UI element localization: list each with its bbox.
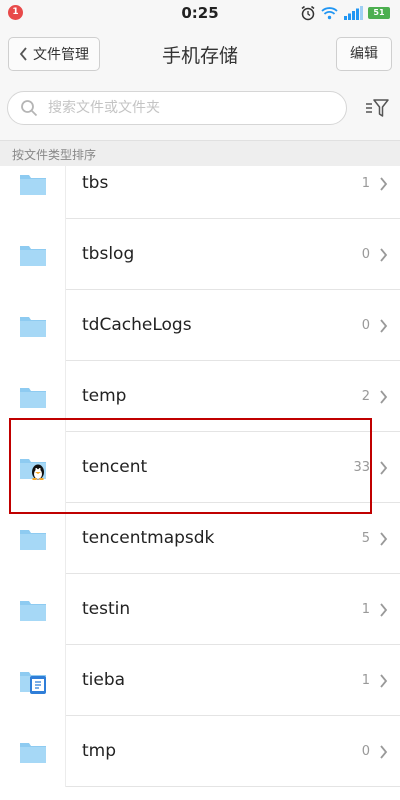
chevron-right-icon (380, 674, 388, 688)
file-name: testin (82, 599, 131, 619)
wifi-icon (321, 7, 338, 20)
search-input[interactable] (48, 92, 338, 124)
folder-icon (0, 219, 66, 290)
file-row[interactable]: tmp 0 (0, 716, 400, 787)
file-name: temp (82, 386, 127, 406)
chevron-right-icon (380, 745, 388, 759)
tieba-folder-icon (0, 645, 66, 716)
folder-icon (0, 716, 66, 787)
file-name: tbslog (82, 244, 135, 264)
filter-icon[interactable] (364, 96, 390, 120)
chevron-right-icon (380, 603, 388, 617)
file-row[interactable]: testin 1 (0, 574, 400, 645)
item-count: 5 (361, 531, 370, 546)
status-icons: 51 (300, 4, 390, 22)
item-count: 1 (361, 176, 370, 191)
folder-icon (0, 290, 66, 361)
file-row[interactable]: tbs 1 (0, 166, 400, 219)
file-row[interactable]: tbslog 0 (0, 219, 400, 290)
back-button-label: 文件管理 (33, 47, 89, 63)
battery-icon: 51 (368, 7, 390, 19)
header: 文件管理 手机存储 编辑 (0, 26, 400, 82)
screen: 1 0:25 51 文件管理 手机存储 编辑 搜索文件或文件夹 按文件类型排序 … (0, 0, 400, 800)
file-row[interactable]: tieba 1 (0, 645, 400, 716)
chevron-right-icon (380, 248, 388, 262)
folder-icon (0, 166, 66, 219)
signal-icon (344, 6, 363, 20)
status-bar: 1 0:25 51 (0, 0, 400, 26)
folder-icon (0, 361, 66, 432)
chevron-right-icon (380, 319, 388, 333)
item-count: 1 (361, 673, 370, 688)
file-name: tieba (82, 670, 126, 690)
chevron-right-icon (380, 390, 388, 404)
search-box[interactable] (7, 91, 347, 125)
item-count: 1 (361, 602, 370, 617)
file-name: tbs (82, 173, 109, 193)
file-name: tencent (82, 457, 148, 477)
back-button[interactable]: 文件管理 (8, 37, 100, 71)
chevron-left-icon (19, 47, 27, 61)
chevron-right-icon (380, 461, 388, 475)
file-name: tmp (82, 741, 117, 761)
edit-button[interactable]: 编辑 (336, 37, 392, 71)
sort-bar: 按文件类型排序 (0, 140, 400, 166)
file-row[interactable]: temp 2 (0, 361, 400, 432)
folder-icon (0, 574, 66, 645)
alarm-icon (301, 5, 315, 21)
file-row[interactable]: tencentmapsdk 5 (0, 503, 400, 574)
item-count: 33 (353, 460, 370, 475)
row-divider (66, 786, 400, 787)
chevron-right-icon (380, 532, 388, 546)
search-row (0, 88, 400, 130)
file-list: tbs 1 tbslog 0 tdCacheLogs 0 temp 2 tencent 33 ten… (0, 166, 400, 800)
file-name: tencentmapsdk (82, 528, 215, 548)
search-icon (21, 100, 38, 117)
qq-folder-icon (0, 432, 66, 503)
file-row[interactable]: tdCacheLogs 0 (0, 290, 400, 361)
item-count: 0 (361, 247, 370, 262)
item-count: 0 (361, 744, 370, 759)
item-count: 2 (361, 389, 370, 404)
file-name: tdCacheLogs (82, 315, 192, 335)
folder-icon (0, 503, 66, 574)
sort-label: 按文件类型排序 (12, 148, 97, 162)
item-count: 0 (361, 318, 370, 333)
chevron-right-icon (380, 177, 388, 191)
file-row[interactable]: tencent 33 (0, 432, 400, 503)
